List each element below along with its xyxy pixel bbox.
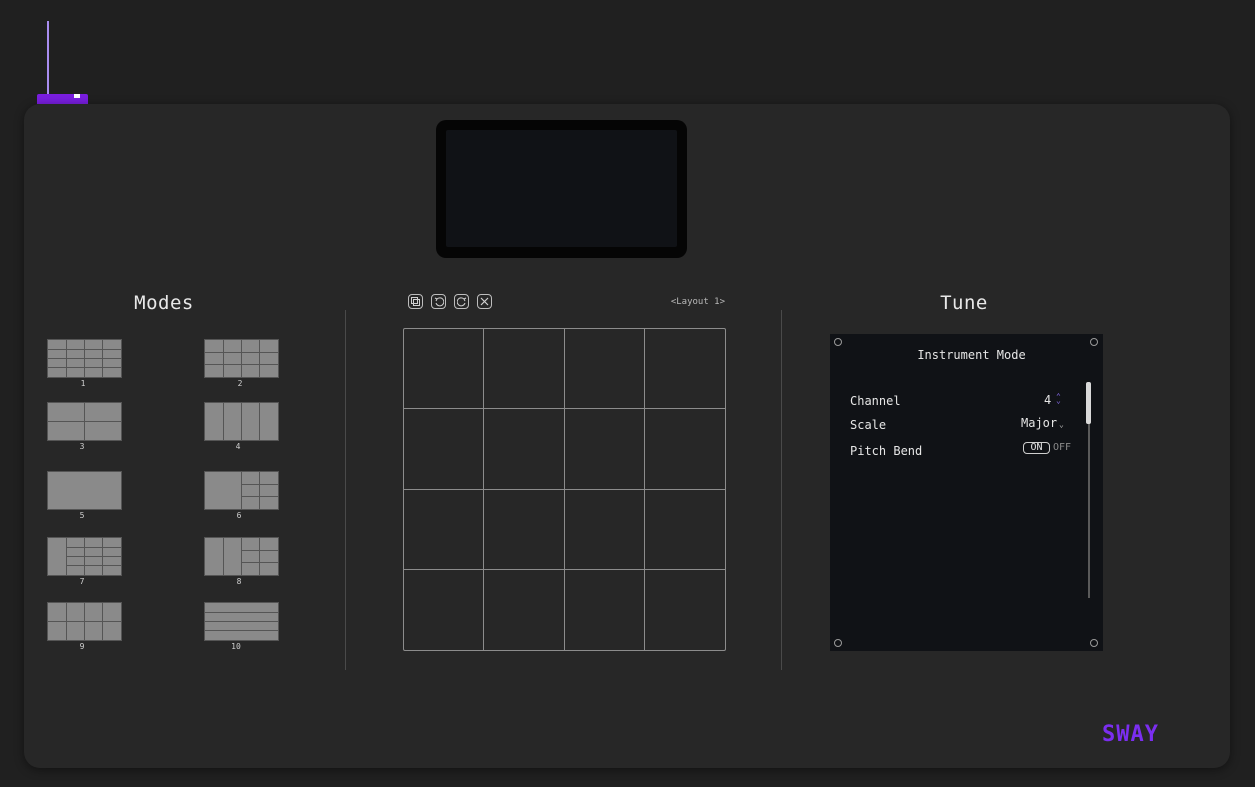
mode-3-label: 3 — [79, 442, 85, 451]
redo-button[interactable] — [454, 294, 469, 309]
divider-right — [781, 310, 782, 670]
panel-title: Instrument Mode — [917, 348, 1026, 362]
pitch-bend-label: Pitch Bend — [850, 444, 923, 458]
slider-line — [47, 21, 49, 96]
pad-grid — [403, 328, 726, 651]
split-grid-two-col-icon — [223, 538, 278, 575]
mode-5-button[interactable] — [47, 471, 122, 510]
screw-icon — [834, 639, 842, 647]
split-grid-left-icon — [66, 538, 121, 575]
pad-cell[interactable] — [645, 570, 725, 650]
mode-10-label: 10 — [231, 642, 241, 651]
tune-title: Tune — [940, 292, 988, 314]
copy-button[interactable] — [408, 294, 423, 309]
tune-panel: Instrument Mode Channel 4 ⌃ ⌄ Scale Major… — [830, 334, 1103, 651]
pad-cell[interactable] — [564, 409, 645, 490]
scale-label: Scale — [850, 418, 887, 432]
mode-8-label: 8 — [236, 577, 242, 586]
grid-4x4-icon — [48, 340, 121, 377]
slider-handle[interactable] — [37, 94, 88, 104]
pad-cell[interactable] — [404, 409, 485, 490]
pad-cell[interactable] — [564, 489, 645, 570]
grid-2x2-icon — [48, 403, 121, 440]
pad-cell[interactable] — [404, 489, 485, 570]
single-pad-icon — [48, 472, 121, 509]
stepper-icon[interactable]: ⌃ ⌄ — [1056, 393, 1061, 405]
close-icon — [480, 297, 489, 306]
slider-knob[interactable] — [74, 94, 80, 98]
mode-7-label: 7 — [79, 577, 85, 586]
pad-cell[interactable] — [644, 409, 725, 490]
mode-4-button[interactable] — [204, 402, 279, 441]
pitch-bend-on-toggle[interactable]: ON — [1023, 442, 1050, 454]
scrollbar-thumb[interactable] — [1086, 382, 1091, 424]
brand-logo: SWAY — [1102, 722, 1159, 747]
screw-icon — [834, 338, 842, 346]
redo-icon — [456, 296, 466, 306]
mode-6-button[interactable] — [204, 471, 279, 510]
rows-4-icon — [205, 612, 278, 631]
pad-cell[interactable] — [484, 569, 565, 650]
columns-4-icon — [223, 403, 260, 440]
split-grid-icon — [241, 472, 278, 509]
mode-2-label: 2 — [237, 379, 243, 388]
modes-title: Modes — [134, 292, 194, 314]
display-bezel — [436, 120, 687, 258]
mode-1-button[interactable] — [47, 339, 122, 378]
clear-button[interactable] — [477, 294, 492, 309]
layout-name[interactable]: <Layout 1> — [644, 297, 725, 307]
pitch-bend-off-toggle[interactable]: OFF — [1053, 442, 1071, 453]
mode-4-label: 4 — [235, 442, 241, 451]
channel-value[interactable]: 4 — [1044, 393, 1051, 407]
channel-label: Channel — [850, 394, 901, 408]
mode-6-label: 6 — [236, 511, 242, 520]
pad-cell[interactable] — [404, 569, 485, 650]
screw-icon — [1090, 338, 1098, 346]
scale-dropdown[interactable]: Major — [1021, 416, 1057, 430]
device-body: Modes 1 2 3 4 5 6 7 8 9 10 <Layout 1> Tu… — [24, 104, 1230, 768]
grid-4x2-icon — [48, 603, 121, 640]
mode-3-button[interactable] — [47, 402, 122, 441]
mode-2-button[interactable] — [204, 339, 279, 378]
pad-cell[interactable] — [565, 569, 645, 650]
pad-cell[interactable] — [404, 329, 485, 410]
screw-icon — [1090, 639, 1098, 647]
mode-8-button[interactable] — [204, 537, 279, 576]
undo-button[interactable] — [431, 294, 446, 309]
pad-cell[interactable] — [644, 329, 725, 410]
chevron-down-icon[interactable]: ⌄ — [1059, 420, 1064, 429]
grid-4x3-icon — [205, 340, 278, 377]
mode-9-button[interactable] — [47, 602, 122, 641]
mode-1-label: 1 — [80, 379, 86, 388]
pad-cell[interactable] — [484, 489, 565, 570]
pad-cell[interactable] — [484, 409, 565, 490]
mode-9-label: 9 — [79, 642, 85, 651]
divider-left — [345, 310, 346, 670]
undo-icon — [434, 296, 444, 306]
pad-cell[interactable] — [564, 329, 645, 410]
mode-5-label: 5 — [79, 511, 85, 520]
mode-10-button[interactable] — [204, 602, 279, 641]
copy-icon — [411, 297, 420, 306]
display-screen — [446, 130, 677, 247]
pad-cell[interactable] — [644, 490, 725, 570]
pad-cell[interactable] — [484, 329, 565, 410]
mode-7-button[interactable] — [47, 537, 122, 576]
